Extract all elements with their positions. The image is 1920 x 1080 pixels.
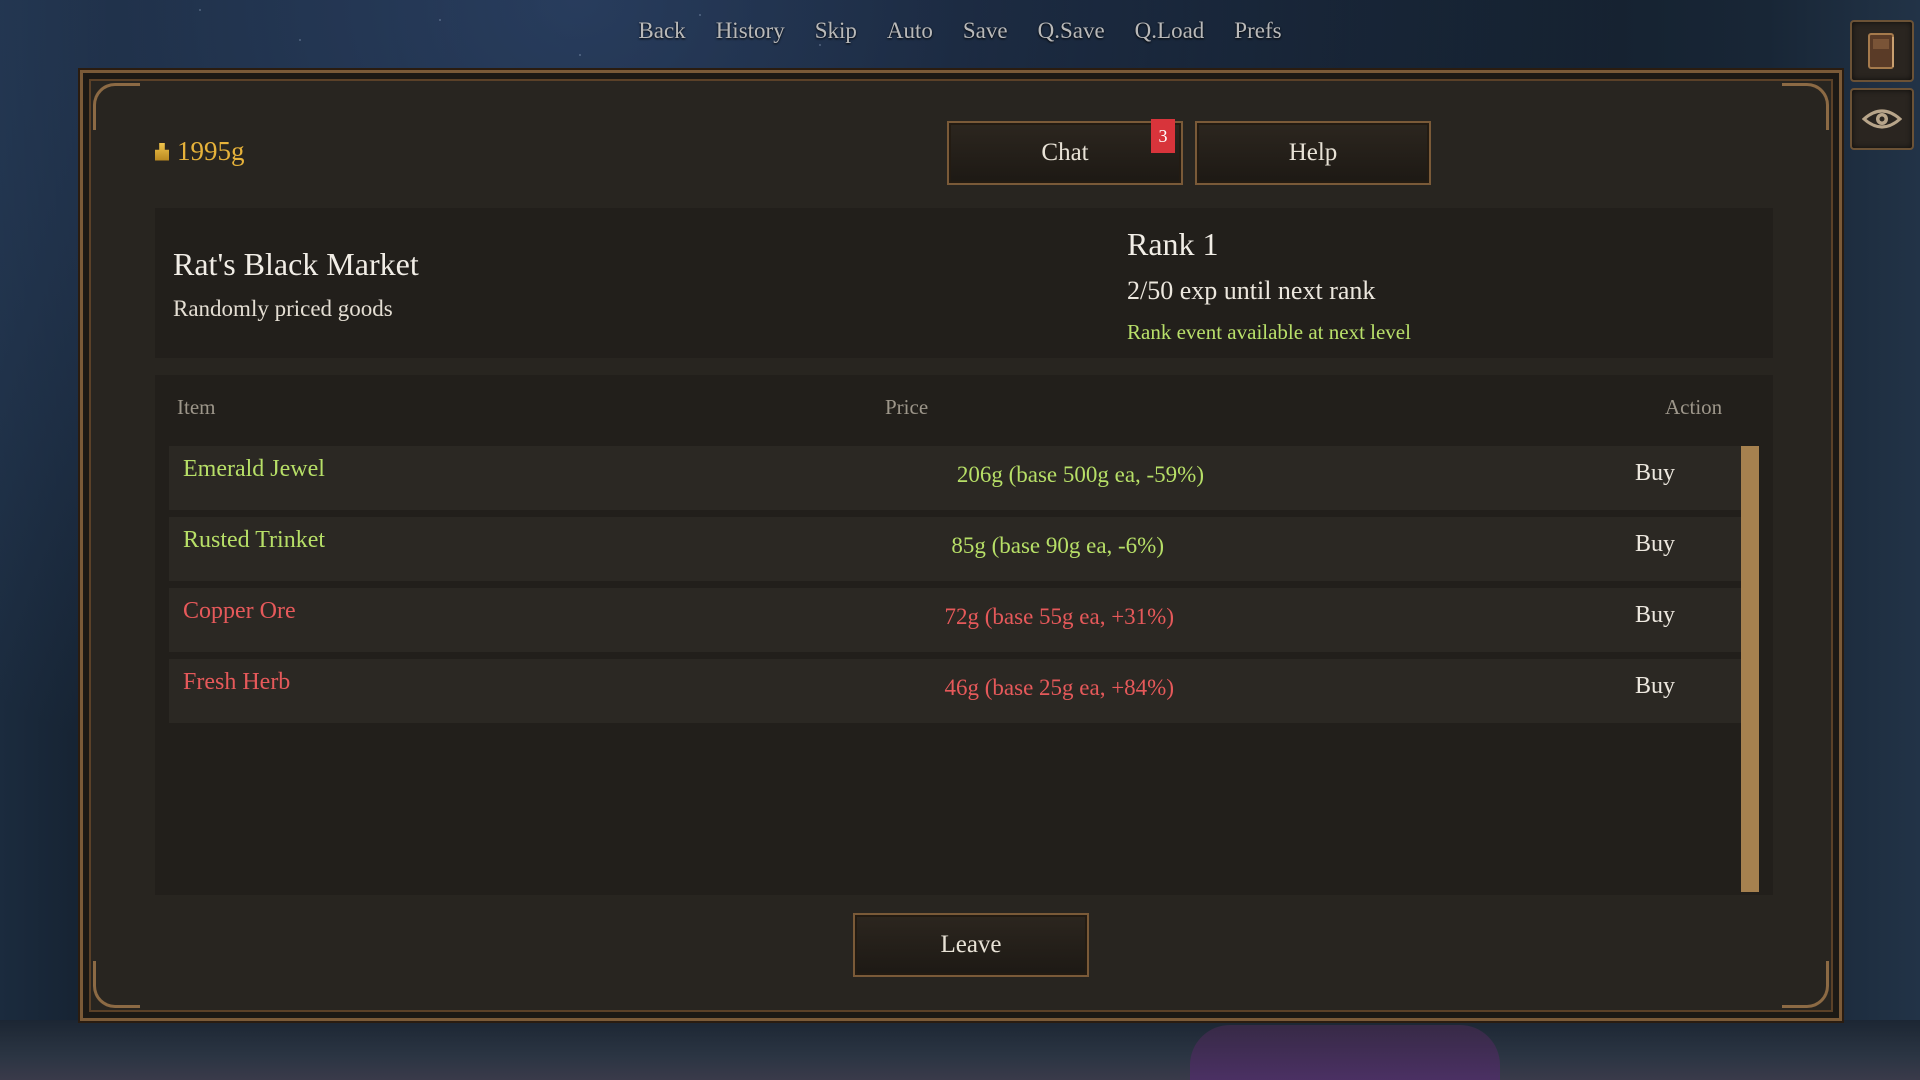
table-row: Emerald Jewel 206g (base 500g ea, -59%) … bbox=[169, 446, 1743, 510]
chat-button[interactable]: Chat bbox=[947, 121, 1183, 185]
table-row: Fresh Herb 46g (base 25g ea, +84%) Buy bbox=[169, 659, 1743, 723]
gold-counter: 1995g bbox=[155, 136, 245, 167]
leave-button[interactable]: Leave bbox=[853, 913, 1089, 977]
shop-panel: 1995g Chat 3 Help Rat's Black Market Ran… bbox=[80, 70, 1842, 1021]
chat-notification-badge: 3 bbox=[1151, 119, 1175, 153]
quick-menu-prefs[interactable]: Prefs bbox=[1219, 18, 1296, 44]
item-price: 72g (base 55g ea, +31%) bbox=[944, 604, 1174, 629]
hide-ui-button[interactable] bbox=[1850, 88, 1914, 150]
column-header-action: Action bbox=[1665, 395, 1723, 419]
rank-event-notice: Rank event available at next level bbox=[1127, 320, 1411, 344]
book-icon bbox=[1868, 33, 1894, 69]
quick-menu-skip[interactable]: Skip bbox=[800, 18, 872, 44]
table-scrollbar[interactable] bbox=[1741, 446, 1759, 892]
help-button-label: Help bbox=[1288, 139, 1338, 166]
market-subtitle: Randomly priced goods bbox=[173, 296, 393, 321]
column-header-price: Price bbox=[885, 395, 929, 419]
item-price: 206g (base 500g ea, -59%) bbox=[956, 462, 1204, 487]
leave-button-label: Leave bbox=[940, 931, 1002, 958]
character-sprite bbox=[1190, 1025, 1500, 1080]
help-button[interactable]: Help bbox=[1195, 121, 1431, 185]
buy-button[interactable]: Buy bbox=[1625, 602, 1685, 629]
frame-corner bbox=[1782, 961, 1829, 1008]
table-row: Rusted Trinket 85g (base 90g ea, -6%) Bu… bbox=[169, 517, 1743, 581]
journal-button[interactable] bbox=[1850, 20, 1914, 82]
buy-button[interactable]: Buy bbox=[1625, 673, 1685, 700]
quick-menu-back[interactable]: Back bbox=[623, 18, 700, 44]
scrollbar-thumb[interactable] bbox=[1741, 446, 1759, 892]
quick-menu-auto[interactable]: Auto bbox=[872, 18, 948, 44]
item-price: 85g (base 90g ea, -6%) bbox=[951, 533, 1164, 558]
buy-button[interactable]: Buy bbox=[1625, 460, 1685, 487]
market-info: Rat's Black Market Randomly priced goods… bbox=[155, 208, 1773, 358]
coin-stack-icon bbox=[155, 142, 169, 161]
item-price: 46g (base 25g ea, +84%) bbox=[944, 675, 1174, 700]
quick-menu-history[interactable]: History bbox=[701, 18, 800, 44]
chat-button-label: Chat bbox=[1041, 139, 1089, 166]
market-title: Rat's Black Market bbox=[173, 246, 419, 282]
quick-menu-save[interactable]: Save bbox=[948, 18, 1023, 44]
frame-corner bbox=[1782, 83, 1829, 130]
table-row: Copper Ore 72g (base 55g ea, +31%) Buy bbox=[169, 588, 1743, 652]
buy-button[interactable]: Buy bbox=[1625, 531, 1685, 558]
frame-corner bbox=[93, 83, 140, 130]
frame-corner bbox=[93, 961, 140, 1008]
goods-table: Item Price Action Emerald Jewel 206g (ba… bbox=[155, 375, 1773, 895]
quick-menu-qload[interactable]: Q.Load bbox=[1120, 18, 1220, 44]
quick-menu-qsave[interactable]: Q.Save bbox=[1023, 18, 1120, 44]
eye-icon bbox=[1862, 109, 1902, 129]
quick-menu: Back History Skip Auto Save Q.Save Q.Loa… bbox=[0, 18, 1920, 44]
column-header-item: Item bbox=[177, 395, 216, 419]
rank-exp: 2/50 exp until next rank bbox=[1127, 276, 1376, 305]
ground bbox=[0, 1020, 1920, 1080]
rank-title: Rank 1 bbox=[1127, 226, 1219, 262]
gold-amount: 1995g bbox=[177, 136, 245, 166]
